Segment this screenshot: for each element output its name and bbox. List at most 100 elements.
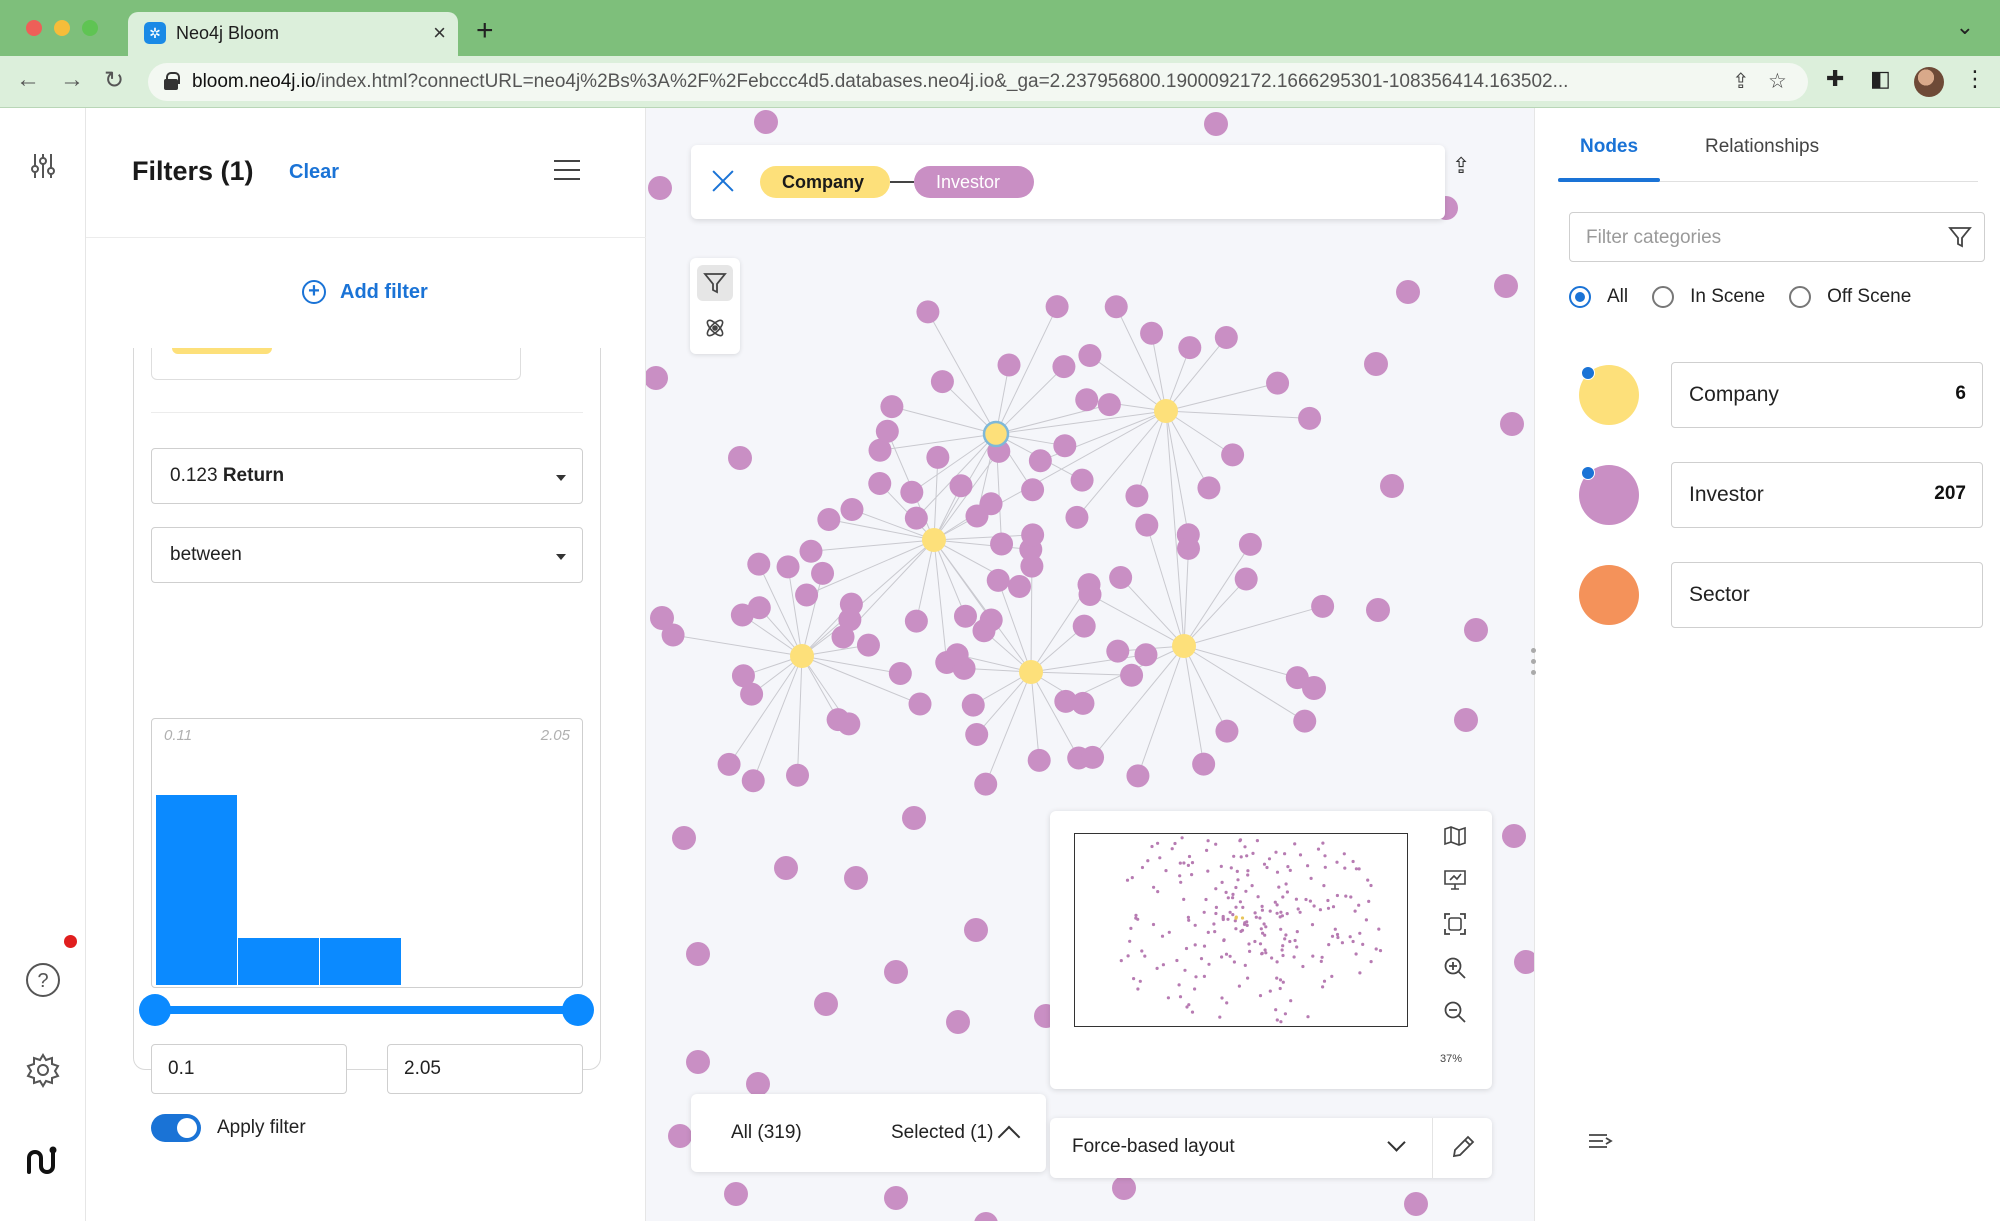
investor-node[interactable] <box>953 604 977 628</box>
investor-node[interactable] <box>1366 598 1390 622</box>
range-max-input[interactable]: 2.05 <box>387 1044 583 1094</box>
browser-tab[interactable]: ✲ Neo4j Bloom × <box>128 12 458 56</box>
company-node[interactable] <box>1019 660 1043 684</box>
investor-node[interactable] <box>974 772 998 796</box>
chevron-up-icon[interactable] <box>997 1125 1021 1149</box>
investor-node[interactable] <box>965 722 989 746</box>
investor-node[interactable] <box>786 763 810 787</box>
panel-resize-handle[interactable] <box>1531 648 1537 678</box>
window-minimize-button[interactable] <box>54 20 70 36</box>
investor-node[interactable] <box>856 633 880 657</box>
tab-nodes[interactable]: Nodes <box>1580 136 1638 158</box>
count-selected-button[interactable]: Selected (1) <box>891 1122 993 1144</box>
category-box[interactable]: Investor 207 <box>1671 462 1983 528</box>
investor-node[interactable] <box>774 856 798 880</box>
investor-node[interactable] <box>1197 476 1221 500</box>
investor-node[interactable] <box>1140 321 1164 345</box>
investor-node[interactable] <box>811 561 835 585</box>
apply-filter-toggle[interactable] <box>151 1114 201 1142</box>
window-maximize-button[interactable] <box>82 20 98 36</box>
category-filter-input[interactable]: Filter categories <box>1569 212 1985 262</box>
company-node[interactable] <box>1154 399 1178 423</box>
company-color-swatch[interactable] <box>1579 365 1639 425</box>
settings-gear-icon[interactable] <box>23 1050 63 1090</box>
investor-node[interactable] <box>908 692 932 716</box>
investor-node[interactable] <box>979 492 1003 516</box>
investor-node[interactable] <box>1007 574 1031 598</box>
investor-node[interactable] <box>817 508 841 532</box>
investor-node[interactable] <box>1045 295 1069 319</box>
extensions-puzzle-icon[interactable]: ✚ <box>1826 66 1844 92</box>
investor-node[interactable] <box>1234 567 1258 591</box>
range-slider-track[interactable] <box>154 1006 578 1014</box>
investor-node[interactable] <box>747 596 771 620</box>
zoom-out-icon[interactable] <box>1440 997 1470 1027</box>
screenshot-presentation-icon[interactable] <box>1440 865 1470 895</box>
company-node[interactable] <box>982 420 1010 448</box>
investor-node[interactable] <box>1221 443 1245 467</box>
investor-node[interactable] <box>1364 352 1388 376</box>
investor-node[interactable] <box>1120 663 1144 687</box>
investor-node[interactable] <box>1176 536 1200 560</box>
investor-node[interactable] <box>1135 513 1159 537</box>
new-tab-icon[interactable]: + <box>476 14 494 48</box>
address-bar[interactable]: bloom.neo4j.io/index.html?connectURL=neo… <box>148 63 1808 101</box>
investor-node[interactable] <box>900 480 924 504</box>
investor-node[interactable] <box>888 662 912 686</box>
investor-node[interactable] <box>972 619 996 643</box>
investor-node[interactable] <box>646 366 668 390</box>
investor-node[interactable] <box>1311 594 1335 618</box>
tab-search-chevron-icon[interactable]: ⌄ <box>1956 14 1974 40</box>
investor-node[interactable] <box>1500 412 1524 436</box>
investor-node[interactable] <box>964 918 988 942</box>
investor-node[interactable] <box>1178 336 1202 360</box>
investor-node[interactable] <box>884 960 908 984</box>
investor-color-swatch[interactable] <box>1579 465 1639 525</box>
investor-node[interactable] <box>1298 406 1322 430</box>
investor-node[interactable] <box>902 806 926 830</box>
category-box[interactable]: Company 6 <box>1671 362 1983 428</box>
filter-menu-icon[interactable] <box>554 160 580 180</box>
investor-node[interactable] <box>1494 274 1518 298</box>
investor-node[interactable] <box>717 752 741 776</box>
investor-node[interactable] <box>1020 554 1044 578</box>
investor-node[interactable] <box>884 1186 908 1210</box>
range-min-input[interactable]: 0.1 <box>151 1044 347 1094</box>
canvas-rule-button[interactable] <box>697 310 733 346</box>
investor-node[interactable] <box>754 110 778 134</box>
investor-node[interactable] <box>1078 583 1102 607</box>
investor-node[interactable] <box>826 708 850 732</box>
investor-node[interactable] <box>672 826 696 850</box>
company-node[interactable] <box>790 644 814 668</box>
range-slider-max-handle[interactable] <box>562 994 594 1026</box>
investor-node[interactable] <box>1192 752 1216 776</box>
investor-node[interactable] <box>724 1182 748 1206</box>
company-node[interactable] <box>1172 634 1196 658</box>
investor-node[interactable] <box>840 497 864 521</box>
investor-node[interactable] <box>1204 112 1228 136</box>
investor-node[interactable] <box>990 532 1014 556</box>
investor-node[interactable] <box>1027 748 1051 772</box>
investor-node[interactable] <box>1126 764 1150 788</box>
investor-node[interactable] <box>997 353 1021 377</box>
investor-node[interactable] <box>986 568 1010 592</box>
investor-node[interactable] <box>844 866 868 890</box>
investor-node[interactable] <box>686 1050 710 1074</box>
clear-filters-button[interactable]: Clear <box>289 161 339 184</box>
investor-node[interactable] <box>1404 1192 1428 1216</box>
investor-node[interactable] <box>1021 478 1045 502</box>
investor-node[interactable] <box>1109 566 1133 590</box>
investor-node[interactable] <box>1021 523 1045 547</box>
investor-node[interactable] <box>776 555 800 579</box>
investor-node[interactable] <box>1266 371 1290 395</box>
count-all-button[interactable]: All (319) <box>731 1122 802 1144</box>
investor-node[interactable] <box>961 693 985 717</box>
investor-node[interactable] <box>946 1010 970 1034</box>
chevron-down-icon[interactable] <box>1387 1133 1406 1152</box>
radio-in-scene[interactable] <box>1652 286 1675 308</box>
category-selector[interactable] <box>151 348 521 380</box>
investor-node[interactable] <box>1081 745 1105 769</box>
investor-node[interactable] <box>875 419 899 443</box>
investor-node[interactable] <box>650 606 674 630</box>
investor-node[interactable] <box>1078 344 1102 368</box>
